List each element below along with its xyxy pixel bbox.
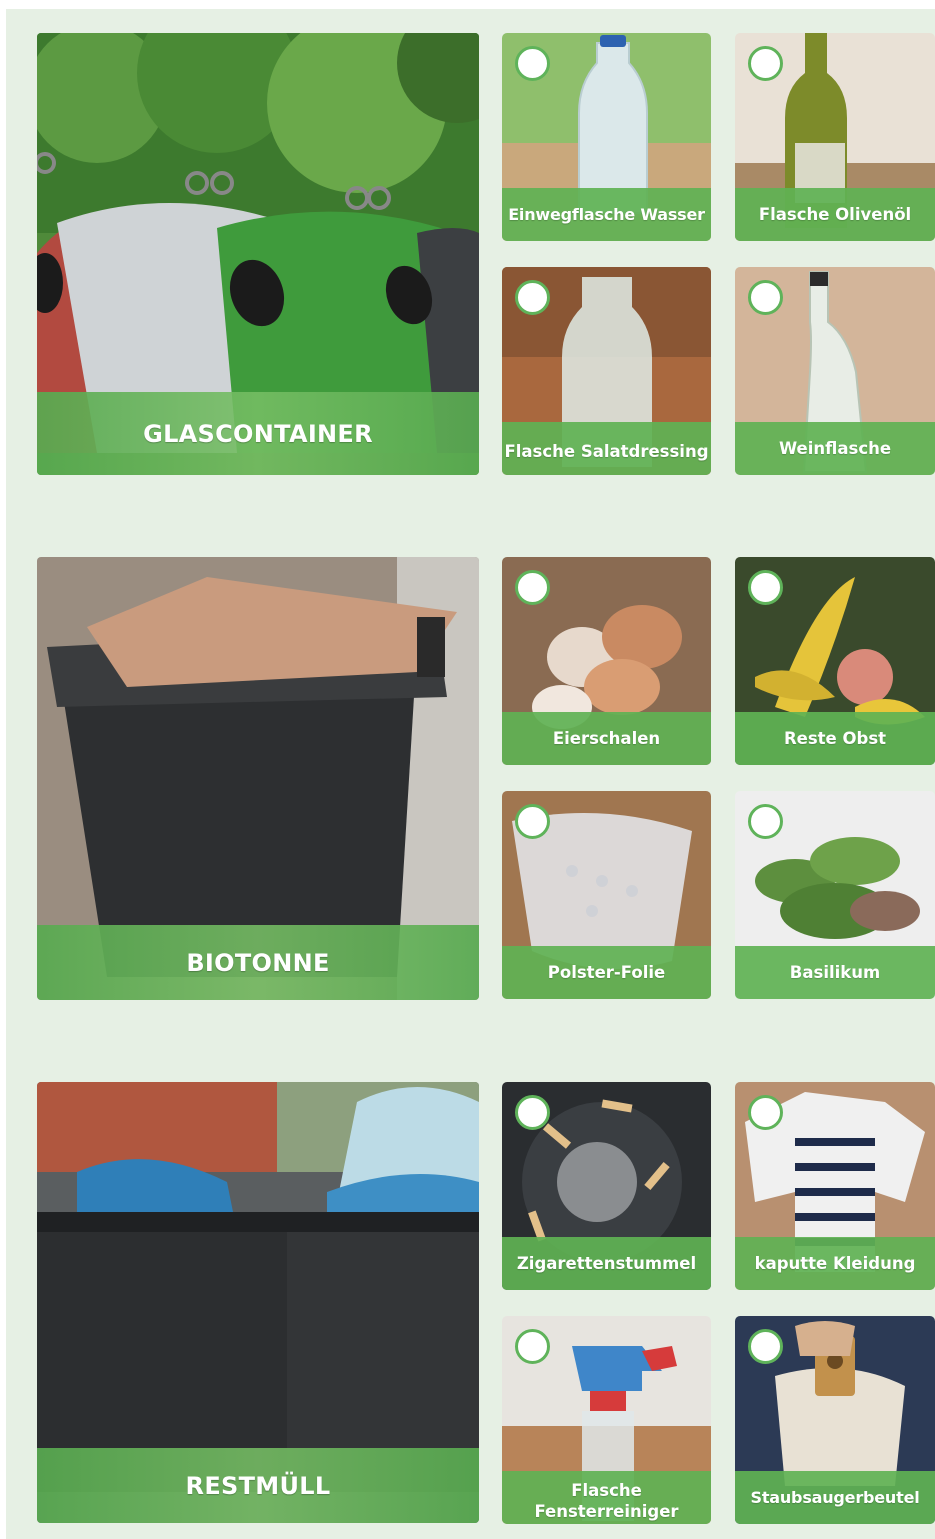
item-label: Reste Obst bbox=[735, 712, 935, 765]
select-checkbox[interactable] bbox=[748, 280, 783, 315]
select-checkbox[interactable] bbox=[748, 804, 783, 839]
item-card[interactable]: Flasche Olivenöl bbox=[735, 33, 935, 241]
category-glascontainer[interactable]: GLASCONTAINER bbox=[37, 33, 479, 475]
item-card[interactable]: Einwegflasche Wasser bbox=[502, 33, 711, 241]
item-card[interactable]: Weinflasche bbox=[735, 267, 935, 475]
item-card[interactable]: Eierschalen bbox=[502, 557, 711, 765]
select-checkbox[interactable] bbox=[748, 570, 783, 605]
select-checkbox[interactable] bbox=[515, 1329, 550, 1364]
category-title: BIOTONNE bbox=[37, 925, 479, 1000]
select-checkbox[interactable] bbox=[748, 46, 783, 81]
select-checkbox[interactable] bbox=[515, 280, 550, 315]
select-checkbox[interactable] bbox=[515, 1095, 550, 1130]
item-card[interactable]: Reste Obst bbox=[735, 557, 935, 765]
select-checkbox[interactable] bbox=[515, 570, 550, 605]
select-checkbox[interactable] bbox=[515, 804, 550, 839]
item-label: Polster-Folie bbox=[502, 946, 711, 999]
select-checkbox[interactable] bbox=[748, 1329, 783, 1364]
select-checkbox[interactable] bbox=[748, 1095, 783, 1130]
item-label: Zigarettenstummel bbox=[502, 1237, 711, 1290]
item-label: Flasche Olivenöl bbox=[735, 188, 935, 241]
item-card[interactable]: Polster-Folie bbox=[502, 791, 711, 999]
item-label: Flasche Fensterreiniger bbox=[502, 1471, 711, 1524]
item-label: Staubsaugerbeutel bbox=[735, 1471, 935, 1524]
item-card[interactable]: Zigarettenstummel bbox=[502, 1082, 711, 1290]
item-card[interactable]: Flasche Salatdressing bbox=[502, 267, 711, 475]
category-biotonne[interactable]: BIOTONNE bbox=[37, 557, 479, 1000]
item-label: Basilikum bbox=[735, 946, 935, 999]
category-title: GLASCONTAINER bbox=[37, 392, 479, 475]
item-label: Einwegflasche Wasser bbox=[502, 188, 711, 241]
item-card[interactable]: Flasche Fensterreiniger bbox=[502, 1316, 711, 1524]
item-label: Flasche Salatdressing bbox=[502, 422, 711, 475]
item-card[interactable]: kaputte Kleidung bbox=[735, 1082, 935, 1290]
item-card[interactable]: Staubsaugerbeutel bbox=[735, 1316, 935, 1524]
category-title: RESTMÜLL bbox=[37, 1448, 479, 1523]
sorting-game-board: GLASCONTAINER Einwegflasche Wasser Flasc… bbox=[0, 0, 935, 1539]
item-card[interactable]: Basilikum bbox=[735, 791, 935, 999]
item-label: Weinflasche bbox=[735, 422, 935, 475]
select-checkbox[interactable] bbox=[515, 46, 550, 81]
item-label: kaputte Kleidung bbox=[735, 1237, 935, 1290]
item-label: Eierschalen bbox=[502, 712, 711, 765]
category-restmuell[interactable]: RESTMÜLL bbox=[37, 1082, 479, 1523]
